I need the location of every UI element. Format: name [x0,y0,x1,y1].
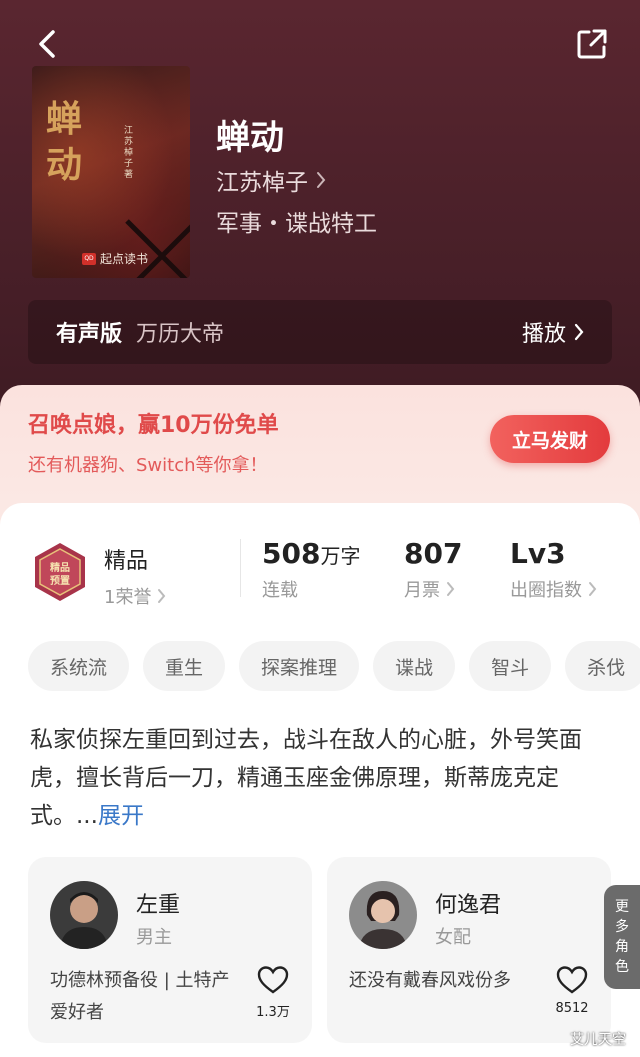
svg-text:精品: 精品 [50,561,70,574]
heart-icon [556,966,588,994]
heart-icon [257,966,289,994]
cover-publisher: QD 起点读书 [82,250,148,267]
audio-narrator: 万历大帝 [136,322,225,347]
play-button[interactable]: 播放 [522,316,584,348]
like-button[interactable]: 8512 [551,965,593,1016]
promo-headline: 召唤点娘，赢10万份免单 [28,413,279,438]
chevron-right-icon [447,582,455,596]
promo-subline: 还有机器狗、Switch等你拿！ [28,455,268,476]
share-icon [577,29,607,59]
chevron-right-icon [574,323,584,341]
crossed-swords-icon [125,219,190,278]
book-cover[interactable]: 蝉动 江苏棹子 著 QD 起点读书 [32,66,190,278]
monthly-ticket-label: 月票 [404,580,440,601]
character-role: 女配 [435,927,471,948]
tag-chip[interactable]: 智斗 [469,641,552,691]
avatar [50,881,118,949]
serial-status: 连载 [262,580,298,601]
popularity-index-stat[interactable]: Lv3 出圈指数 [510,537,597,602]
more-roles-char: 多 [615,919,629,935]
book-genre: 军事・谍战特工 [216,211,377,237]
character-card[interactable]: 左重 男主 功德林预备役 | 土特产爱好者 1.3万 [28,857,312,1043]
character-bio: 功德林预备役 | 土特产爱好者 [50,970,230,1023]
stats-divider [240,539,241,597]
cover-author-char: 棹 [124,148,134,158]
monthly-ticket-stat[interactable]: 807 月票 [404,537,462,602]
cover-author: 江苏棹子 著 [124,126,136,181]
quality-stat[interactable]: 精品 1荣誉 [104,543,166,609]
chevron-right-icon [317,172,326,188]
audio-label: 有声版 [56,322,123,347]
honor-label: 1荣誉 [104,587,152,608]
more-roles-button[interactable]: 更多角色 [604,885,640,989]
author-name: 江苏棹子 [216,170,308,196]
play-label: 播放 [521,322,566,347]
cover-publisher-name: 起点读书 [100,252,149,266]
book-description: 私家侦探左重回到过去，战斗在敌人的心脏，外号笑面虎，擅长背后一刀，精通玉座金佛原… [30,721,610,835]
like-count: 8512 [555,1001,589,1016]
popularity-label: 出圈指数 [510,580,582,601]
tag-chip[interactable]: 重生 [143,641,226,691]
author-link[interactable]: 江苏棹子 [216,163,326,197]
cover-title-char: 动 [46,144,83,186]
more-roles-char: 色 [615,959,629,975]
tag-chip[interactable]: 系统流 [28,641,130,691]
quality-label: 精品 [104,549,149,574]
character-role: 男主 [136,927,172,948]
character-name: 何逸君 [435,893,502,918]
popularity-level: Lv3 [510,537,566,570]
word-count-unit: 万字 [320,544,361,568]
character-name: 左重 [136,893,181,918]
word-count-value: 508 [262,537,321,570]
word-count-stat: 508万字 连载 [262,537,360,602]
cover-author-char: 江 [124,126,134,136]
share-button[interactable] [572,24,612,64]
promo-button[interactable]: 立马发财 [490,415,610,463]
publisher-logo-icon: QD [82,252,96,265]
cover-title: 蝉动 [46,96,90,188]
book-title: 蝉动 [216,118,284,158]
tag-chip[interactable]: 谍战 [373,641,456,691]
character-bio: 还没有戴春风戏份多 [349,970,511,991]
more-roles-label: 更多角色 [604,897,640,977]
avatar [349,881,417,949]
character-card[interactable]: 何逸君 女配 还没有戴春风戏份多 8512 [327,857,611,1043]
tag-list: 系统流 重生 探案推理 谍战 智斗 杀伐 [28,641,640,691]
monthly-ticket-value: 807 [404,537,463,570]
more-roles-char: 更 [615,899,629,915]
expand-link[interactable]: 展开 [98,803,144,829]
more-roles-char: 角 [615,939,629,955]
chevron-right-icon [589,582,597,596]
back-button[interactable] [28,24,68,64]
tag-chip[interactable]: 杀伐 [565,641,640,691]
like-count: 1.3万 [256,1005,290,1020]
chevron-right-icon [158,589,166,603]
book-header: 蝉动 江苏棹子 著 QD 起点读书 蝉动 江苏棹子 军事・谍战特工 有声版 万历… [0,0,640,420]
watermark: 艾儿天空 [570,1032,626,1048]
cover-author-char: 著 [124,170,134,180]
chevron-left-icon [39,30,55,58]
cover-author-char: 子 [124,159,134,169]
like-button[interactable]: 1.3万 [252,965,294,1020]
book-detail-panel: 精品 预置 精品 1荣誉 508万字 连载 807 月票 Lv3 出圈指数 系统… [0,503,640,1057]
honor-count: 1荣誉 [104,583,166,609]
tag-chip[interactable]: 探案推理 [239,641,360,691]
cover-title-char: 蝉 [46,98,83,140]
quality-badge-icon: 精品 预置 [35,543,85,601]
svg-text:预置: 预置 [50,575,70,587]
cover-author-char: 苏 [124,137,134,147]
audio-version-bar[interactable]: 有声版 万历大帝 播放 [28,300,612,364]
